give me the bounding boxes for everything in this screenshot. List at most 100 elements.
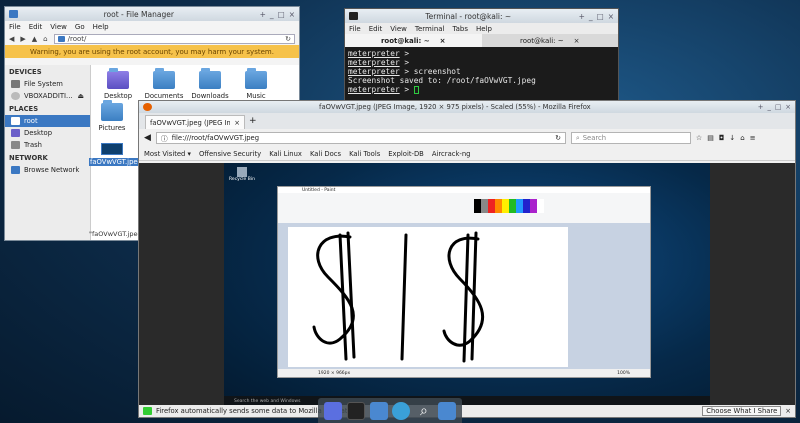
terminal-line: meterpreter > [348, 85, 615, 94]
close-notification-icon[interactable]: × [785, 407, 791, 415]
menu-help[interactable]: Help [93, 23, 109, 31]
location-bar[interactable]: /root/ ↻ [53, 33, 295, 44]
terminal-line: meterpreter > screenshot [348, 67, 461, 76]
paint-canvas[interactable] [288, 227, 568, 367]
tab-1[interactable]: root@kali: ~ × [345, 34, 482, 47]
bookmark-star-icon[interactable]: ☆ [696, 134, 702, 142]
download-icon[interactable]: ↓ [729, 134, 735, 142]
library-icon[interactable]: ▤ [707, 134, 714, 142]
file-manager-titlebar[interactable]: root - File Manager + _ □ × [5, 7, 299, 21]
file-item-downloads[interactable]: Downloads [187, 68, 233, 100]
info-icon [143, 407, 152, 415]
dock-folder-icon[interactable] [437, 401, 456, 420]
search-input[interactable]: ⌕ Search [570, 132, 691, 144]
forward-icon[interactable]: ▶ [20, 35, 25, 43]
menu-file[interactable]: File [9, 23, 21, 31]
terminal-output[interactable]: meterpreter > meterpreter > meterpreter … [345, 47, 618, 96]
file-item-documents[interactable]: Documents [141, 68, 187, 100]
terminal-icon [349, 12, 358, 20]
window-title: Terminal - root@kali: ~ [425, 11, 512, 21]
bookmark-most-visited[interactable]: Most Visited ▾ [144, 150, 191, 158]
menubar: File Edit View Go Help [5, 21, 299, 32]
new-tab-icon[interactable]: + [249, 116, 257, 126]
minimize-icon[interactable]: _ [589, 12, 593, 21]
home-icon[interactable]: ⌂ [43, 35, 47, 43]
file-item-pictures[interactable]: Pictures [89, 100, 135, 132]
bookmark-aircrack-ng[interactable]: Aircrack-ng [432, 150, 471, 158]
minimize-icon[interactable]: _ [767, 103, 770, 111]
bookmark-exploit-db[interactable]: Exploit-DB [388, 150, 424, 158]
restore-icon[interactable]: □ [775, 103, 781, 111]
close-icon[interactable]: × [289, 10, 295, 19]
restore-icon[interactable]: □ [278, 10, 285, 19]
maximize-icon[interactable]: + [758, 103, 764, 111]
menu-icon[interactable]: ≡ [750, 134, 756, 142]
folder-icon [57, 35, 65, 42]
pocket-icon[interactable]: ◘ [719, 134, 725, 142]
menu-file[interactable]: File [349, 25, 361, 33]
music-folder-icon [245, 68, 267, 89]
bookmark-kali-linux[interactable]: Kali Linux [269, 150, 302, 158]
home-icon[interactable]: ⌂ [740, 134, 744, 142]
menu-view[interactable]: View [50, 23, 67, 31]
terminal-titlebar[interactable]: Terminal - root@kali: ~ + _ □ × [345, 9, 618, 23]
menu-terminal[interactable]: Terminal [415, 25, 445, 33]
sidebar-item-browse-network[interactable]: Browse Network [5, 164, 90, 176]
tab-2[interactable]: root@kali: ~ × [482, 34, 619, 47]
reload-icon[interactable]: ↻ [555, 134, 561, 142]
sidebar: DEVICES File System VBOXADDITI... ⏏ PLAC… [5, 65, 91, 240]
recycle-bin-icon: Recycle Bin [229, 167, 255, 182]
dock-terminal-icon[interactable] [346, 401, 365, 420]
info-icon[interactable]: ⓘ [161, 133, 168, 143]
documents-folder-icon [153, 68, 175, 89]
url-bar[interactable]: ⓘ file:///root/faOVwVGT.jpeg ↻ [155, 132, 566, 144]
paint-canvas-area [278, 223, 650, 369]
tab-close-icon[interactable]: × [234, 119, 240, 127]
maximize-icon[interactable]: + [579, 12, 585, 21]
tab-close-icon[interactable]: × [440, 37, 446, 45]
close-icon[interactable]: × [785, 103, 791, 111]
sidebar-item-trash[interactable]: Trash [5, 139, 90, 151]
firefox-titlebar[interactable]: faOVwVGT.jpeg (JPEG Image, 1920 × 975 pi… [139, 101, 795, 113]
menu-view[interactable]: View [390, 25, 407, 33]
dock-search-icon[interactable]: ⌕ [415, 402, 433, 420]
menu-edit[interactable]: Edit [369, 25, 383, 33]
home-folder-icon [11, 117, 20, 125]
eject-icon[interactable]: ⏏ [78, 92, 84, 100]
browser-tab[interactable]: faOVwVGT.jpeg (JPEG Im... × [145, 115, 245, 129]
reload-icon[interactable]: ↻ [285, 35, 291, 43]
sidebar-item-filesystem[interactable]: File System [5, 78, 90, 90]
maximize-icon[interactable]: + [260, 10, 266, 19]
minimize-icon[interactable]: _ [270, 10, 274, 19]
sidebar-item-root[interactable]: root [5, 115, 90, 127]
dock-desktop-icon[interactable] [324, 401, 343, 420]
trash-icon [11, 141, 20, 149]
up-icon[interactable]: ▲ [32, 35, 37, 43]
back-icon[interactable]: ◀ [9, 35, 14, 43]
close-icon[interactable]: × [608, 12, 614, 21]
file-item-music[interactable]: Music [233, 68, 279, 100]
menu-help[interactable]: Help [476, 25, 492, 33]
dock-browser-icon[interactable] [392, 401, 411, 420]
menu-tabs[interactable]: Tabs [453, 25, 469, 33]
bookmark-kali-tools[interactable]: Kali Tools [349, 150, 380, 158]
color-palette[interactable] [474, 199, 544, 213]
terminal-line: meterpreter > [348, 58, 410, 67]
restore-icon[interactable]: □ [597, 12, 604, 21]
bookmark-kali-docs[interactable]: Kali Docs [310, 150, 341, 158]
dock-files-icon[interactable] [369, 401, 388, 420]
file-item-screenshot[interactable]: faOVwVGT.jpeg [89, 143, 143, 166]
tab-close-icon[interactable]: × [574, 37, 580, 45]
sidebar-item-desktop[interactable]: Desktop [5, 127, 90, 139]
choose-what-i-share-button[interactable]: Choose What I Share [702, 406, 782, 416]
drawn-dollar-signs [312, 231, 485, 363]
back-icon[interactable]: ◀ [144, 133, 151, 143]
terminal-line: Screenshot saved to: /root/faOVwVGT.jpeg [348, 76, 536, 85]
menu-edit[interactable]: Edit [29, 23, 43, 31]
screenshot-image[interactable]: Recycle Bin Untitled - Paint 1920 × 966p… [224, 163, 710, 407]
menu-go[interactable]: Go [75, 23, 85, 31]
bookmark-offensive-security[interactable]: Offensive Security [199, 150, 261, 158]
terminal-tabs: root@kali: ~ × root@kali: ~ × [345, 34, 618, 47]
file-item-desktop[interactable]: Desktop [95, 68, 141, 100]
sidebar-item-vboxadditions[interactable]: VBOXADDITI... ⏏ [5, 90, 90, 102]
